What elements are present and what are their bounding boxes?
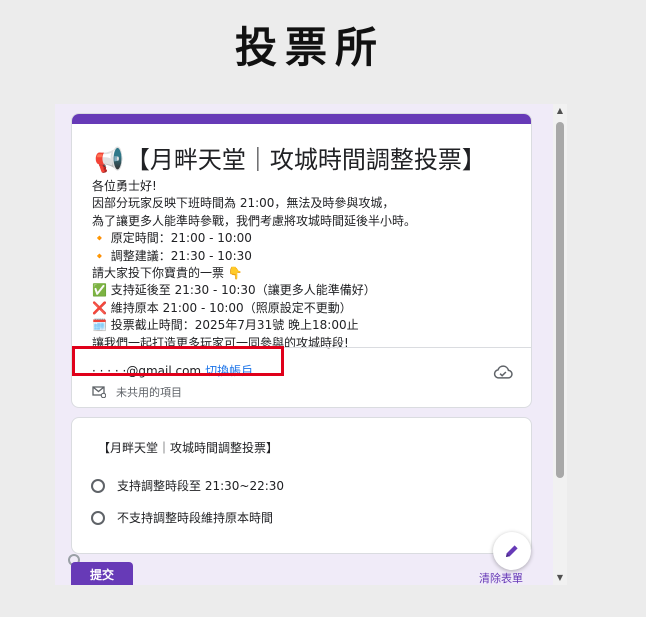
cloud-check-icon[interactable] (493, 364, 513, 380)
submit-button[interactable]: 提交 (71, 562, 133, 585)
description-line: ❌ 維持原本 21:00 - 10:00（照原設定不更動） (92, 300, 352, 315)
description-line: 🔸 原定時間：21:00 - 10:00 (92, 231, 252, 246)
pencil-icon (506, 545, 518, 557)
description-line: 讓我們一起打造更多玩家可一同參與的攻城時段! (92, 335, 349, 350)
page-title: 投票所 (234, 23, 385, 72)
form-title-text: 【月畔天堂｜攻城時間調整投票】 (125, 146, 486, 174)
option-label: 支持調整時段至 21:30~22:30 (117, 479, 285, 493)
description-line: 因部分玩家反映下班時間為 21:00，無法及時參與攻城， (92, 196, 395, 211)
question-card: 【月畔天堂｜攻城時間調整投票】 支持調整時段至 21:30~22:30 不支持調… (71, 417, 532, 554)
radio-button[interactable] (91, 478, 105, 493)
divider (72, 347, 531, 348)
description-line: 各位勇士好! (92, 179, 157, 193)
option-oppose[interactable]: 不支持調整時段維持原本時間 (91, 509, 273, 526)
form-frame: 📢【月畔天堂｜攻城時間調整投票】 各位勇士好! 因部分玩家反映下班時間為 21:… (55, 104, 567, 585)
description-line: 🗓️ 投票截止時間：2025年7月31號 晚上18:00止 (92, 318, 359, 333)
description-line: 為了讓更多人能準時參戰，我們考慮將攻城時間延後半小時。 (92, 213, 417, 228)
triangle-down-icon[interactable]: ▼ (553, 571, 567, 585)
megaphone-icon: 📢 (94, 146, 124, 174)
clear-form-link[interactable]: 清除表單 (479, 570, 523, 585)
unshared-label: 未共用的項目 (116, 386, 182, 399)
description-line: 🔸 調整建議：21:30 - 10:30 (92, 248, 252, 263)
form-header-card: 📢【月畔天堂｜攻城時間調整投票】 各位勇士好! 因部分玩家反映下班時間為 21:… (71, 113, 532, 408)
question-title: 【月畔天堂｜攻城時間調整投票】 (98, 441, 279, 455)
account-email: · · · · ·@gmail.com (92, 364, 202, 378)
unshared-row: 未共用的項目 (92, 384, 182, 400)
edit-fab-button[interactable] (493, 532, 531, 570)
radio-button[interactable] (91, 510, 105, 525)
form-title: 📢【月畔天堂｜攻城時間調整投票】 (94, 140, 486, 175)
option-support[interactable]: 支持調整時段至 21:30~22:30 (91, 477, 284, 494)
switch-account-link[interactable]: 切換帳戶 (205, 364, 253, 378)
triangle-up-icon[interactable]: ▲ (553, 104, 567, 118)
header-accent-band (72, 114, 531, 124)
account-row: · · · · ·@gmail.com 切換帳戶 (92, 362, 253, 379)
mail-lock-icon (92, 386, 106, 398)
description-line: ✅ 支持延後至 21:30 - 10:30（讓更多人能準備好） (92, 283, 376, 298)
option-label: 不支持調整時段維持原本時間 (117, 511, 274, 525)
scrollbar-thumb[interactable] (556, 122, 564, 478)
description-line: 請大家投下你寶貴的一票 👇 (92, 266, 243, 281)
form-description: 各位勇士好! 因部分玩家反映下班時間為 21:00，無法及時參與攻城， 為了讓更… (92, 178, 522, 352)
scrollbar[interactable]: ▲ ▼ (553, 104, 567, 585)
